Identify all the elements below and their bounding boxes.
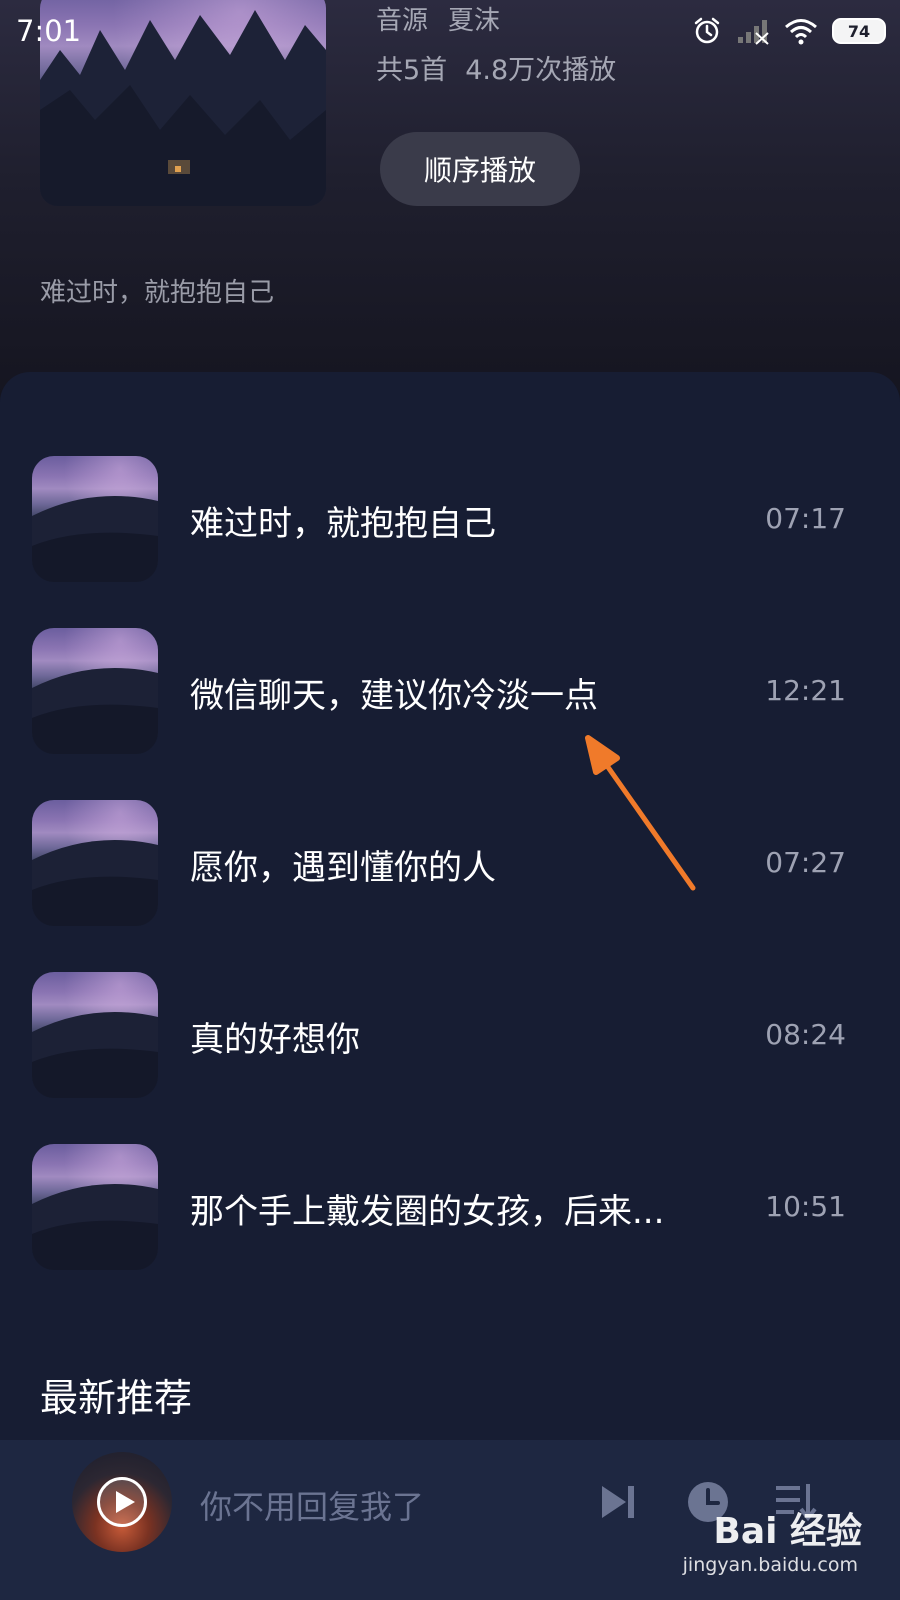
signal-icon (738, 20, 769, 45)
song-duration: 12:21 (765, 674, 846, 707)
wifi-icon (785, 19, 817, 45)
song-cover (32, 1144, 158, 1270)
latest-recommend-title: 最新推荐 (40, 1376, 193, 1420)
play-order-button[interactable]: 顺序播放 (380, 132, 580, 206)
status-bar: 7:01 74 (0, 0, 900, 62)
song-row[interactable]: 难过时，就抱抱自己 07:17 (0, 456, 900, 584)
song-list-panel: 难过时，就抱抱自己 07:17 微信聊天，建议你冷淡一点 12:21 愿你，遇到… (0, 372, 900, 1442)
watermark-logo: Bai 经验 (713, 1511, 862, 1552)
status-icons: 74 (692, 14, 886, 48)
song-cover (32, 628, 158, 754)
song-duration: 10:51 (765, 1190, 846, 1223)
baidu-jingyan-watermark: Bai 经验 jingyan.baidu.com (682, 1502, 862, 1592)
now-playing-disc[interactable] (72, 1452, 172, 1552)
play-icon[interactable] (97, 1477, 147, 1527)
watermark-url: jingyan.baidu.com (682, 1554, 858, 1576)
playlist-description: 难过时，就抱抱自己 (40, 278, 275, 308)
song-title: 那个手上戴发圈的女孩，后来... (190, 1192, 665, 1232)
now-playing-title[interactable]: 你不用回复我了 (200, 1482, 424, 1528)
song-cover (32, 456, 158, 582)
song-row[interactable]: 微信聊天，建议你冷淡一点 12:21 (0, 628, 900, 756)
song-cover (32, 800, 158, 926)
song-row[interactable]: 那个手上戴发圈的女孩，后来... 10:51 (0, 1144, 900, 1272)
battery-icon: 74 (832, 18, 886, 44)
song-duration: 07:27 (765, 846, 846, 879)
song-duration: 07:17 (765, 502, 846, 535)
status-time: 7:01 (16, 14, 82, 48)
alarm-icon (694, 17, 720, 44)
song-title: 愿你，遇到懂你的人 (190, 848, 496, 888)
song-title: 微信聊天，建议你冷淡一点 (190, 676, 598, 716)
song-title: 难过时，就抱抱自己 (190, 504, 496, 544)
song-title: 真的好想你 (190, 1020, 360, 1060)
next-track-icon[interactable] (596, 1480, 640, 1524)
song-row[interactable]: 愿你，遇到懂你的人 07:27 (0, 800, 900, 928)
song-row[interactable]: 真的好想你 08:24 (0, 972, 900, 1100)
song-cover (32, 972, 158, 1098)
song-duration: 08:24 (765, 1018, 846, 1051)
